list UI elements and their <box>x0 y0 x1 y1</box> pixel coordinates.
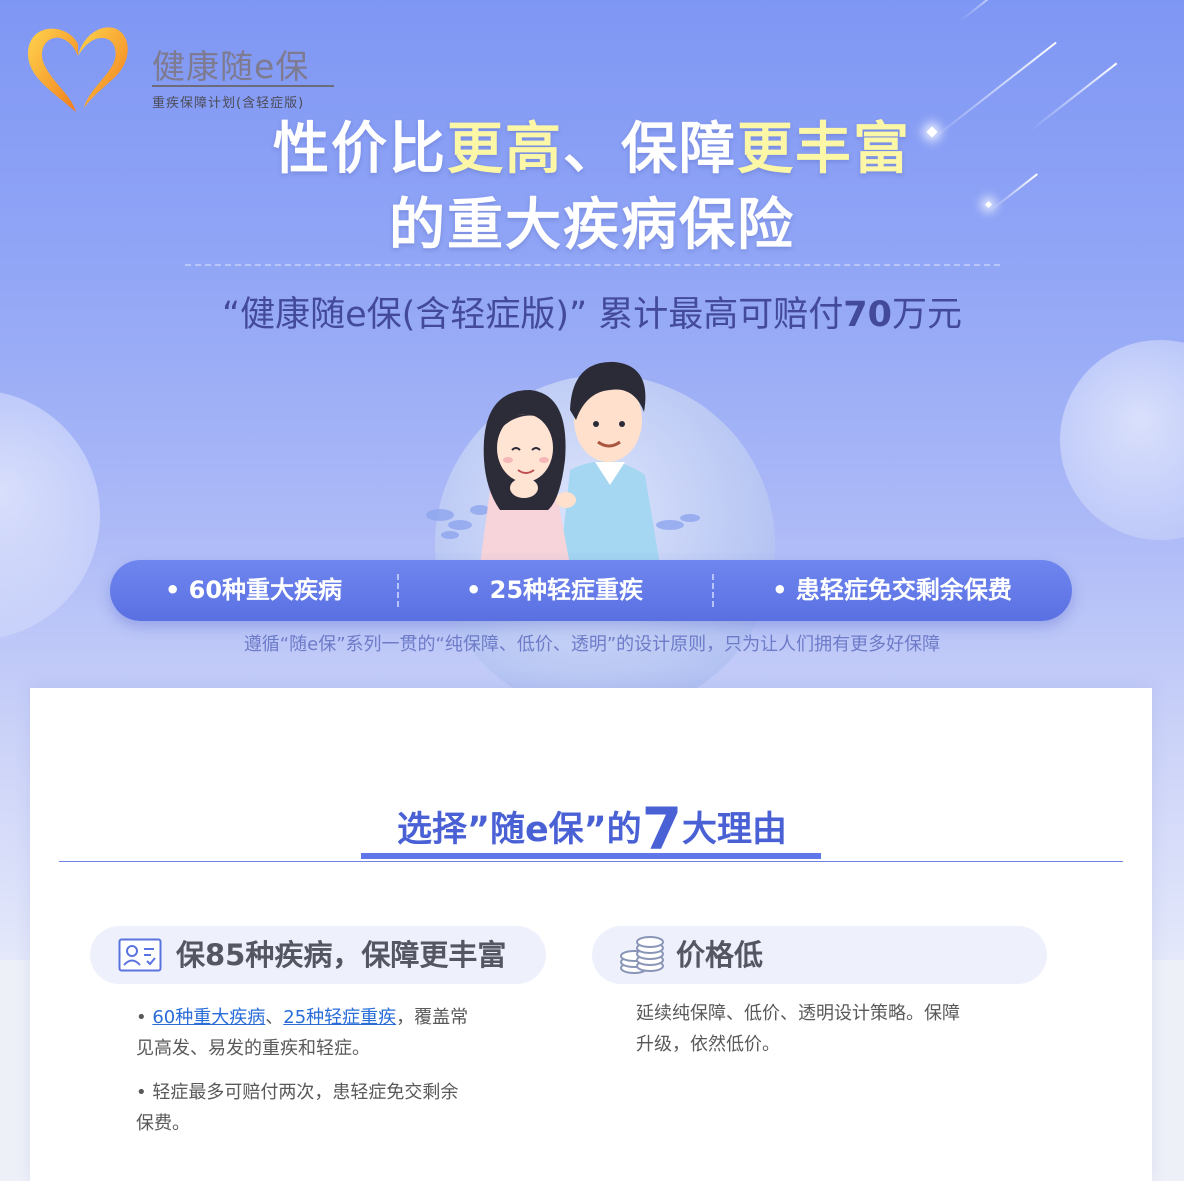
coverage-claim: “健康随e保(含轻症版)” 累计最高可赔付70万元 <box>0 286 1184 337</box>
headline-line1: 性价比更高、保障更丰富 <box>0 104 1184 185</box>
headline-highlight: 更高 <box>447 117 563 182</box>
logo-name: 健康随e保 <box>152 47 310 86</box>
headline-line2: 的重大疾病保险 <box>389 193 795 258</box>
claim-amount: 70 <box>843 295 892 335</box>
reasons-title-text: 大理由 <box>682 810 788 850</box>
claim-text: “健康随e保(含轻症版)” 累计最高可赔付 <box>222 295 844 335</box>
couple-illustration <box>426 361 700 565</box>
link-mild-illness[interactable]: 25种轻症重疾 <box>283 1007 396 1028</box>
brand-logo[interactable]: 健康随e保 重疾保障计划(含轻症版) <box>22 16 342 116</box>
feature-pill-bar: • 60种重大疾病 • 25种轻症重疾 • 患轻症免交剩余保费 <box>110 560 1072 621</box>
text-line: 见高发、易发的重疾和轻症。 <box>136 1038 370 1059</box>
design-principle-tagline: 遵循“随e保”系列一贯的“纯保障、低价、透明”的设计原则，只为让人们拥有更多好保… <box>243 634 941 655</box>
coins-icon <box>620 936 664 974</box>
text-fragment: ，覆盖常 <box>396 1007 469 1028</box>
feature-title: 保85种疾病，保障更丰富 <box>176 938 507 972</box>
feature-text-price: 延续纯保障、低价、透明设计策略。保障 升级，依然低价。 <box>636 998 1016 1060</box>
id-card-check-icon <box>118 938 162 972</box>
dashed-divider <box>185 264 1000 266</box>
text-line: • 60种重大疾病、25种轻症重疾，覆盖常 <box>136 1002 516 1033</box>
heart-logo-icon <box>28 27 128 113</box>
text-line: • 轻症最多可赔付两次，患轻症免交剩余 <box>136 1082 459 1103</box>
logo-divider <box>152 85 334 87</box>
feature-title: 价格低 <box>676 938 764 972</box>
title-rule <box>59 861 1123 862</box>
headline-text: 、保障 <box>563 117 737 182</box>
feature-header-coverage: 保85种疾病，保障更丰富 <box>90 926 546 984</box>
headline-text: 性价比 <box>273 117 447 182</box>
link-critical-illness[interactable]: 60种重大疾病 <box>152 1007 265 1028</box>
claim-unit: 万元 <box>891 295 962 335</box>
decor-orb-right <box>1060 340 1184 540</box>
feature-header-price: 价格低 <box>592 926 1047 984</box>
separator-text: 、 <box>265 1007 284 1028</box>
text-line: 延续纯保障、低价、透明设计策略。保障 <box>636 1003 960 1024</box>
headline-highlight: 更丰富 <box>737 117 911 182</box>
text-line: 保费。 <box>136 1113 190 1134</box>
pill-item-mild-illness: • 25种轻症重疾 <box>465 576 644 604</box>
shooting-star <box>959 0 1016 22</box>
feature-text-coverage-1: • 60种重大疾病、25种轻症重疾，覆盖常 见高发、易发的重疾和轻症。 <box>136 1002 516 1064</box>
decor-orb-left <box>0 390 100 640</box>
bullet-dot: • <box>136 1007 153 1028</box>
pill-item-critical-illness: • 60种重大疾病 <box>164 576 343 604</box>
feature-text-coverage-2: • 轻症最多可赔付两次，患轻症免交剩余 保费。 <box>136 1077 516 1139</box>
text-line: 升级，依然低价。 <box>636 1034 780 1055</box>
pill-item-premium-waiver: • 患轻症免交剩余保费 <box>772 576 1012 604</box>
reasons-title-text: 选择”随e保”的 <box>396 810 642 850</box>
title-underline <box>361 853 821 859</box>
